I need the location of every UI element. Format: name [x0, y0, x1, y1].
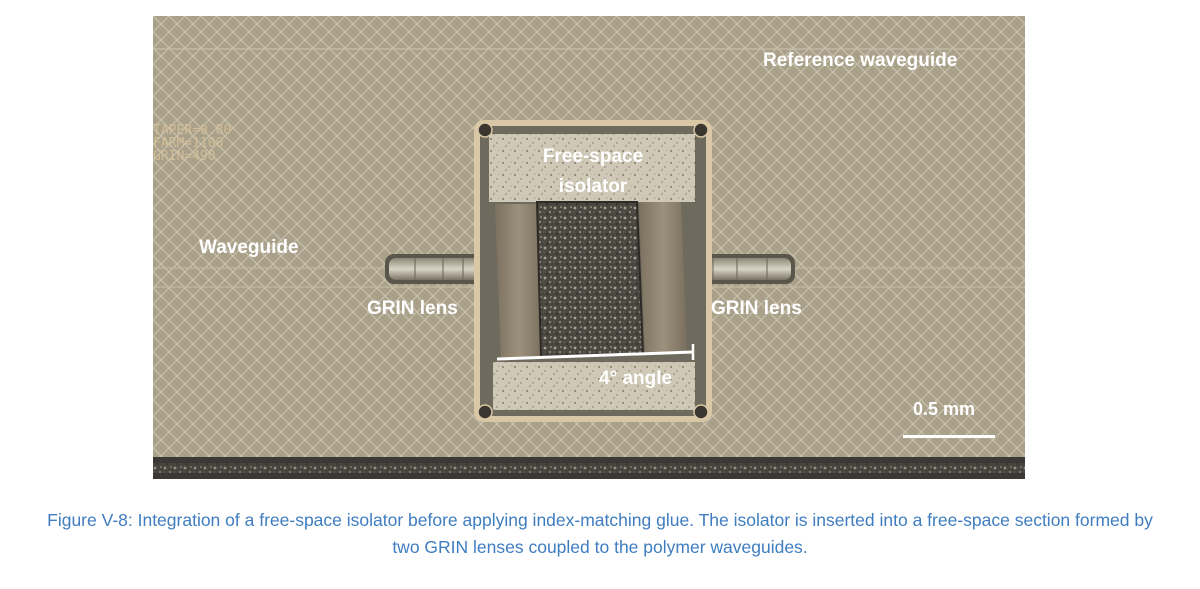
angle-label: 4° angle — [599, 368, 672, 389]
left-plate — [495, 204, 543, 358]
free-space-isolator-label-line2: isolator — [559, 176, 628, 197]
waveguide-label: Waveguide — [199, 237, 299, 258]
engraving-line-3: GRIN=490 — [153, 149, 216, 164]
scale-bar — [903, 435, 995, 438]
micrograph-image: TAPER=0.80 FARM=1100 GRIN=490 Reference … — [153, 16, 1025, 479]
free-space-isolator-label-line1: Free-space — [543, 146, 643, 167]
isolator-crystal — [537, 202, 643, 358]
reference-waveguide-label: Reference waveguide — [763, 50, 957, 71]
grin-lens-left-label: GRIN lens — [367, 298, 458, 319]
left-grin-lens — [385, 254, 489, 284]
right-plate — [639, 202, 687, 354]
page: TAPER=0.80 FARM=1100 GRIN=490 Reference … — [0, 0, 1200, 589]
figure-caption: Figure V-8: Integration of a free-space … — [47, 510, 1153, 557]
micrograph-figure: TAPER=0.80 FARM=1100 GRIN=490 Reference … — [153, 16, 1025, 479]
chip-edge-texture — [153, 463, 1025, 473]
scale-label: 0.5 mm — [913, 399, 975, 419]
grin-lens-right-label: GRIN lens — [711, 298, 802, 319]
